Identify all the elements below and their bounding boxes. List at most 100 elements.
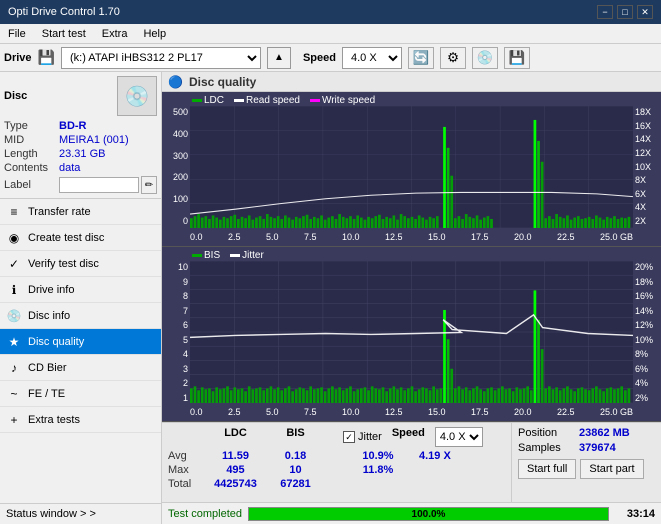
- time-display: 33:14: [615, 508, 655, 520]
- refresh-icon[interactable]: 🔄: [408, 47, 434, 69]
- settings-icon[interactable]: ⚙: [440, 47, 466, 69]
- position-label: Position: [518, 427, 573, 439]
- max-row: Max 495 10 11.8%: [168, 464, 505, 476]
- action-buttons: Start full Start part: [518, 459, 655, 479]
- fe-te-label: FE / TE: [28, 388, 65, 400]
- ldc-legend: LDC: [192, 95, 224, 106]
- bottom-chart-y-left: 10 9 8 7 6 5 4 3 2 1: [162, 262, 190, 403]
- create-test-disc-label: Create test disc: [28, 232, 104, 244]
- chart-header: 🔵 Disc quality: [162, 72, 661, 92]
- speed-select[interactable]: 4.0 X: [342, 47, 402, 69]
- bottom-chart-legend: BIS Jitter: [192, 250, 264, 261]
- jitter-legend: Jitter: [230, 250, 264, 261]
- stats-headers: LDC BIS ✓ Jitter Speed 4.0 X: [168, 427, 505, 447]
- top-chart-y-left: 500 400 300 200 100 0: [162, 107, 190, 226]
- menu-extra[interactable]: Extra: [98, 27, 132, 41]
- jitter-checkbox[interactable]: ✓: [343, 431, 355, 443]
- length-value: 23.31 GB: [59, 148, 105, 160]
- window-controls: − □ ✕: [597, 5, 653, 19]
- type-value: BD-R: [59, 120, 87, 132]
- top-chart: LDC Read speed Write speed 500 400 300: [162, 92, 661, 247]
- stats-right-panel: Position 23862 MB Samples 379674 Start f…: [511, 423, 661, 502]
- label-input[interactable]: [59, 177, 139, 193]
- drive-bar: Drive 💾 (k:) ATAPI iHBS312 2 PL17 ▲ Spee…: [0, 44, 661, 72]
- title-bar: Opti Drive Control 1.70 − □ ✕: [0, 0, 661, 24]
- disc-length-row: Length 23.31 GB: [4, 148, 157, 160]
- samples-label: Samples: [518, 442, 573, 454]
- close-button[interactable]: ✕: [637, 5, 653, 19]
- app-title: Opti Drive Control 1.70: [8, 6, 120, 18]
- sidebar-item-drive-info[interactable]: ℹ Drive info: [0, 277, 161, 303]
- stats-section: LDC BIS ✓ Jitter Speed 4.0 X Avg: [162, 423, 511, 502]
- minimize-button[interactable]: −: [597, 5, 613, 19]
- disc-mid-row: MID MEIRA1 (001): [4, 134, 157, 146]
- label-edit-button[interactable]: ✏: [141, 176, 157, 194]
- total-label: Total: [168, 478, 203, 490]
- left-panel: Disc 💿 Type BD-R MID MEIRA1 (001) Length…: [0, 72, 162, 524]
- bottom-chart-x-axis: 0.0 2.5 5.0 7.5 10.0 12.5 15.0 17.5 20.0…: [190, 407, 633, 417]
- sidebar-item-extra-tests[interactable]: + Extra tests: [0, 407, 161, 433]
- speed-display-select[interactable]: 4.0 X: [435, 427, 483, 447]
- disc-fields: Type BD-R MID MEIRA1 (001) Length 23.31 …: [4, 120, 157, 194]
- drive-label: Drive: [4, 52, 32, 64]
- disc-header: Disc 💿: [4, 76, 157, 116]
- cd-bier-label: CD Bier: [28, 362, 67, 374]
- disc-info-label: Disc info: [28, 310, 70, 322]
- max-jitter: 11.8%: [343, 464, 413, 476]
- chart-icon: 🔵: [168, 75, 183, 89]
- contents-value: data: [59, 162, 80, 174]
- drive-icon: 💾: [38, 49, 55, 66]
- avg-ldc: 11.59: [203, 450, 268, 462]
- sidebar-item-disc-quality[interactable]: ★ Disc quality: [0, 329, 161, 355]
- disc-title: Disc: [4, 90, 27, 102]
- chart-title: Disc quality: [189, 75, 256, 89]
- progress-bar-area: Test completed 100.0% 33:14: [162, 502, 661, 524]
- maximize-button[interactable]: □: [617, 5, 633, 19]
- max-ldc: 495: [203, 464, 268, 476]
- write-speed-legend: Write speed: [310, 95, 375, 106]
- position-row: Position 23862 MB: [518, 427, 655, 439]
- sidebar-item-disc-info[interactable]: 💿 Disc info: [0, 303, 161, 329]
- bottom-chart-y-right: 20% 18% 16% 14% 12% 10% 8% 6% 4% 2%: [633, 262, 661, 403]
- start-part-button[interactable]: Start part: [580, 459, 643, 479]
- create-test-disc-icon: ◉: [6, 230, 22, 246]
- drive-select[interactable]: (k:) ATAPI iHBS312 2 PL17: [61, 47, 261, 69]
- contents-label: Contents: [4, 162, 59, 174]
- total-row: Total 4425743 67281: [168, 478, 505, 490]
- avg-row: Avg 11.59 0.18 10.9% 4.19 X: [168, 450, 505, 462]
- status-window-button[interactable]: Status window > >: [0, 503, 161, 524]
- sidebar-item-cd-bier[interactable]: ♪ CD Bier: [0, 355, 161, 381]
- disc-label-row: Label ✏: [4, 176, 157, 194]
- ldc-header: LDC: [203, 427, 268, 447]
- save-icon[interactable]: 💾: [504, 47, 530, 69]
- bottom-chart-svg: [190, 261, 633, 403]
- sidebar-item-transfer-rate[interactable]: ≡ Transfer rate: [0, 199, 161, 225]
- top-chart-y-right: 18X 16X 14X 12X 10X 8X 6X 4X 2X: [633, 107, 661, 226]
- sidebar-item-create-test-disc[interactable]: ◉ Create test disc: [0, 225, 161, 251]
- top-chart-svg: [190, 106, 633, 228]
- menu-bar: File Start test Extra Help: [0, 24, 661, 44]
- status-text: Test completed: [168, 508, 242, 520]
- sidebar-item-fe-te[interactable]: ~ FE / TE: [0, 381, 161, 407]
- eject-button[interactable]: ▲: [267, 47, 291, 69]
- disc-erase-icon[interactable]: 💿: [472, 47, 498, 69]
- menu-help[interactable]: Help: [139, 27, 170, 41]
- menu-start-test[interactable]: Start test: [38, 27, 90, 41]
- speed-header: Speed: [392, 427, 425, 447]
- disc-type-row: Type BD-R: [4, 120, 157, 132]
- avg-bis: 0.18: [268, 450, 323, 462]
- label-label: Label: [4, 179, 59, 191]
- type-label: Type: [4, 120, 59, 132]
- verify-test-disc-icon: ✓: [6, 256, 22, 272]
- extra-tests-label: Extra tests: [28, 414, 80, 426]
- disc-contents-row: Contents data: [4, 162, 157, 174]
- status-window-label: Status window > >: [6, 508, 96, 520]
- start-full-button[interactable]: Start full: [518, 459, 576, 479]
- charts-area: LDC Read speed Write speed 500 400 300: [162, 92, 661, 422]
- max-label: Max: [168, 464, 203, 476]
- speed-label: Speed: [303, 52, 336, 64]
- menu-file[interactable]: File: [4, 27, 30, 41]
- transfer-rate-icon: ≡: [6, 204, 22, 220]
- sidebar-item-verify-test-disc[interactable]: ✓ Verify test disc: [0, 251, 161, 277]
- samples-value: 379674: [579, 442, 616, 454]
